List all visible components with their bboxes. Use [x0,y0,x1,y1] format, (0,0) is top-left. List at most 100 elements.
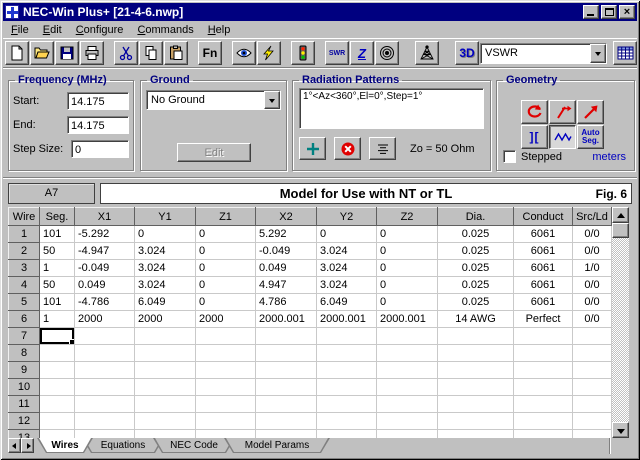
grid-cell[interactable]: 4.786 [256,294,317,311]
grid-cell[interactable] [377,430,438,439]
grid-cell[interactable] [573,413,612,430]
grid-cell[interactable]: 3.024 [317,260,377,277]
menu-commands[interactable]: Commands [130,22,200,38]
column-header-x2[interactable]: X2 [256,208,317,226]
grid-cell[interactable] [135,396,196,413]
grid-cell[interactable] [135,413,196,430]
grid-cell[interactable]: 2000.001 [317,311,377,328]
grid-cell[interactable] [317,413,377,430]
scroll-down-arrow[interactable] [612,422,629,438]
stretch-wire-button[interactable] [577,100,604,124]
step-size-input[interactable] [71,140,129,158]
sheet-tab-wires[interactable]: Wires [37,438,93,453]
grid-cell[interactable] [196,362,256,379]
grid-cell[interactable] [256,362,317,379]
grid-cell[interactable] [256,413,317,430]
grid-cell[interactable] [40,396,75,413]
grid-cell[interactable]: 3.024 [317,243,377,260]
column-header-seg-[interactable]: Seg. [40,208,75,226]
grid-cell[interactable]: 6061 [514,277,573,294]
grid-cell[interactable]: 0 [377,260,438,277]
wire-direction-button[interactable] [549,100,576,124]
grid-cell[interactable]: 1 [40,311,75,328]
sheet-tab-equations[interactable]: Equations [82,438,164,453]
swr-button[interactable]: SWR [325,41,349,65]
grid-cell[interactable] [40,413,75,430]
view-button[interactable] [232,41,256,65]
grid-cell[interactable] [573,362,612,379]
grid-cell[interactable] [256,345,317,362]
grid-cell[interactable]: 6.049 [135,294,196,311]
grid-cell[interactable]: 0 [196,277,256,294]
grid-cell[interactable]: 2000.001 [377,311,438,328]
grid-cell[interactable]: 0.049 [256,260,317,277]
grid-cell[interactable]: 5.292 [256,226,317,243]
menu-help[interactable]: Help [201,22,238,38]
grid-cell[interactable] [135,379,196,396]
column-header-src-ld[interactable]: Src/Ld [573,208,612,226]
grid-cell[interactable]: 0 [377,243,438,260]
column-header-y2[interactable]: Y2 [317,208,377,226]
row-header[interactable]: 5 [9,294,40,311]
column-header-z1[interactable]: Z1 [196,208,256,226]
run-button[interactable] [257,41,281,65]
grid-cell[interactable] [196,396,256,413]
grid-cell[interactable] [256,430,317,439]
column-header-x1[interactable]: X1 [75,208,135,226]
grid-cell[interactable]: 0 [135,226,196,243]
scrollbar-thumb[interactable] [612,223,629,238]
model-title-box[interactable]: Model for Use with NT or TL Fig. 6 [100,183,632,204]
grid-cell[interactable] [256,328,317,345]
grid-cell[interactable] [438,413,514,430]
row-header[interactable]: 6 [9,311,40,328]
grid-cell[interactable] [256,396,317,413]
grid-cell[interactable]: 0 [196,243,256,260]
tab-scroll-left-button[interactable] [8,438,21,453]
grid-cell[interactable] [438,430,514,439]
auto-segment-button[interactable]: AutoSeg. [577,125,604,149]
grid-cell[interactable]: 1 [40,260,75,277]
grid-cell[interactable] [514,396,573,413]
grid-cell[interactable]: 0 [196,260,256,277]
grid-cell[interactable] [377,396,438,413]
grid-cell[interactable]: 101 [40,226,75,243]
sheet-tab-model-params[interactable]: Model Params [224,438,330,453]
row-header[interactable]: 1 [9,226,40,243]
column-header-conduct[interactable]: Conduct [514,208,573,226]
grid-cell[interactable] [75,345,135,362]
sheet-tab-nec-code[interactable]: NEC Code [153,438,235,453]
grid-cell[interactable]: 0 [377,277,438,294]
maximize-button[interactable] [601,5,617,19]
grid-cell[interactable] [317,328,377,345]
grid-cell[interactable] [40,430,75,439]
edit-ground-button[interactable]: Edit [177,143,251,162]
grid-cell[interactable]: 0.025 [438,243,514,260]
grid-cell[interactable] [438,328,514,345]
grid-cell[interactable]: 3.024 [135,277,196,294]
grid-cell[interactable] [256,379,317,396]
grid-cell[interactable] [135,430,196,439]
grid-cell[interactable]: 1/0 [573,260,612,277]
grid-cell[interactable] [438,396,514,413]
grid-cell[interactable]: 3.024 [135,243,196,260]
grid-cell[interactable]: 3.024 [317,277,377,294]
rotate-wire-button[interactable] [521,100,548,124]
grid-cell[interactable]: -4.947 [75,243,135,260]
vertical-scrollbar[interactable] [612,207,629,438]
impedance-z-button[interactable]: Z [350,41,374,65]
grid-cell[interactable]: 0 [317,226,377,243]
stepped-checkbox[interactable] [503,150,516,163]
new-button[interactable] [5,41,29,65]
grid-cell[interactable]: 14 AWG [438,311,514,328]
grid-cell[interactable] [377,345,438,362]
grid-cell[interactable] [377,328,438,345]
grid-cell[interactable] [377,379,438,396]
grid-cell[interactable]: 6061 [514,294,573,311]
radiation-pattern-button[interactable] [375,41,399,65]
pattern-select-combo[interactable]: VSWR [480,43,607,64]
row-header[interactable]: 9 [9,362,40,379]
grid-cell[interactable] [377,362,438,379]
grid-cell[interactable]: 0.025 [438,226,514,243]
grid-cell[interactable] [317,362,377,379]
grid-cell[interactable]: 0.025 [438,294,514,311]
